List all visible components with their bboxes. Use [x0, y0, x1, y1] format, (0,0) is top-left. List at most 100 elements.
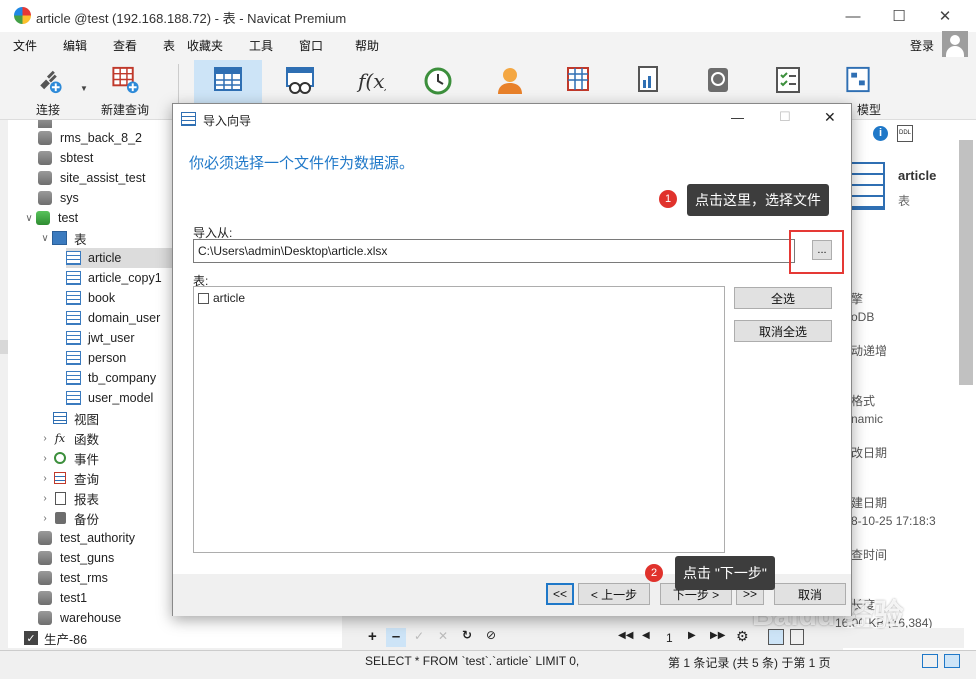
tree-table-tb-company[interactable]: tb_company — [66, 368, 156, 388]
menu-tools[interactable]: 工具 — [249, 37, 273, 54]
tree-label: test_rms — [60, 571, 108, 585]
tree-db-test-guns[interactable]: test_guns — [38, 548, 114, 568]
chevron-down-icon[interactable]: ∨ — [22, 213, 36, 224]
first-step-button[interactable]: << — [546, 583, 574, 605]
tree-table-book[interactable]: book — [66, 288, 115, 308]
maximize-button[interactable]: ☐ — [876, 0, 922, 32]
layout-right-icon[interactable] — [944, 654, 960, 668]
tree-label: sys — [60, 191, 79, 205]
tree-folder-tables[interactable]: ∨ 表 — [38, 228, 87, 248]
tree-db-sys[interactable]: sys — [38, 188, 79, 208]
cancel-button[interactable]: 取消 — [774, 583, 846, 605]
chevron-down-icon[interactable]: ∨ — [38, 233, 52, 244]
settings-icon[interactable]: ⚙ — [736, 628, 749, 645]
menu-edit[interactable]: 编辑 — [63, 37, 87, 54]
login-link[interactable]: 登录 — [910, 37, 934, 54]
tree-table-domain-user[interactable]: domain_user — [66, 308, 160, 328]
chevron-right-icon[interactable]: › — [38, 453, 52, 464]
table-list-item[interactable]: article — [198, 291, 245, 305]
menu-file[interactable]: 文件 — [13, 37, 37, 54]
tree-table-article-copy1[interactable]: article_copy1 — [66, 268, 162, 288]
minimize-button[interactable]: — — [830, 0, 876, 32]
delete-record-icon[interactable]: – — [386, 628, 406, 647]
tree-db-test-rms[interactable]: test_rms — [38, 568, 108, 588]
tree-label: test — [58, 211, 79, 225]
tree-db-sbtest[interactable]: sbtest — [38, 148, 93, 168]
connect-dropdown-icon[interactable]: ▼ — [80, 84, 88, 93]
backup-icon — [52, 511, 68, 525]
tree-db-site-assist[interactable]: site_assist_test — [38, 168, 145, 188]
object-info-panel: i DDL article 表 擎 oDB 动递增 格式 namic 改日期 建… — [835, 120, 976, 650]
table-checkbox[interactable] — [198, 292, 209, 304]
view-icon — [52, 411, 68, 425]
dialog-maximize-button[interactable]: ☐ — [779, 109, 791, 125]
tree-label: 备份 — [74, 512, 100, 527]
tree-table-user-model[interactable]: user_model — [66, 388, 153, 408]
deselect-all-button[interactable]: 取消全选 — [734, 320, 832, 342]
ddl-icon[interactable]: DDL — [897, 125, 913, 142]
database-icon — [38, 171, 52, 185]
tree-folder-functions[interactable]: › fx 函数 — [38, 428, 99, 448]
tree-folder-queries[interactable]: › 查询 — [38, 468, 99, 488]
tree-label: 事件 — [74, 452, 100, 467]
chevron-right-icon[interactable]: › — [38, 513, 52, 524]
dialog-minimize-button[interactable]: — — [731, 110, 744, 125]
object-name: article — [898, 168, 937, 183]
stop-icon[interactable]: ⊘ — [486, 628, 496, 642]
tree-db-test[interactable]: ∨ test — [22, 208, 78, 228]
app-logo-icon — [14, 7, 31, 24]
tree-folder-events[interactable]: › 事件 — [38, 448, 99, 468]
menu-help[interactable]: 帮助 — [355, 37, 379, 54]
add-record-icon[interactable]: + — [368, 628, 377, 645]
tree-folder-views[interactable]: 视图 — [52, 408, 99, 428]
tree-db-rms-back[interactable]: rms_back_8_2 — [38, 128, 142, 148]
file-path-input[interactable]: C:\Users\admin\Desktop\article.xlsx — [193, 239, 795, 263]
tree-table-jwt-user[interactable]: jwt_user — [66, 328, 135, 348]
select-all-button[interactable]: 全选 — [734, 287, 832, 309]
tree-label: person — [88, 351, 127, 365]
chevron-right-icon[interactable]: › — [38, 473, 52, 484]
menu-favorites[interactable]: 收藏夹 — [187, 37, 223, 54]
new-query-icon — [112, 66, 139, 94]
new-query-button[interactable]: 新建查询 — [91, 60, 159, 118]
tree-db-test-authority[interactable]: test_authority — [38, 528, 135, 548]
title-bar: article @test (192.168.188.72) - 表 - Nav… — [0, 0, 976, 32]
info-text: 格式 — [851, 394, 876, 408]
menu-view[interactable]: 查看 — [113, 37, 137, 54]
table-list-item-label: article — [213, 291, 246, 305]
next-page-icon[interactable]: ▶ — [688, 630, 696, 641]
discard-icon[interactable]: ✕ — [438, 629, 448, 643]
tree-folder-reports[interactable]: › 报表 — [38, 488, 99, 508]
close-button[interactable]: ✕ — [922, 0, 968, 32]
page-number[interactable]: 1 — [666, 631, 673, 645]
chevron-right-icon[interactable]: › — [38, 493, 52, 504]
tree-item[interactable] — [38, 120, 60, 128]
connect-button[interactable]: 连接 — [14, 60, 82, 118]
previous-button[interactable]: < 上一步 — [578, 583, 650, 605]
vertical-scrollbar[interactable] — [959, 140, 973, 385]
first-page-icon[interactable]: ◀◀ — [618, 630, 633, 641]
info-icon[interactable]: i — [873, 126, 888, 141]
status-sql: SELECT * FROM `test`.`article` LIMIT 0, — [365, 654, 580, 668]
tree-db-warehouse[interactable]: warehouse — [38, 608, 121, 628]
last-page-icon[interactable]: ▶▶ — [710, 630, 725, 641]
tree-folder-backups[interactable]: › 备份 — [38, 508, 99, 528]
user-avatar-icon[interactable] — [942, 31, 968, 57]
tree-table-person[interactable]: person — [66, 348, 126, 368]
menu-window[interactable]: 窗口 — [299, 37, 323, 54]
tree-db-test1[interactable]: test1 — [38, 588, 87, 608]
refresh-icon[interactable]: ↻ — [462, 628, 472, 642]
tree-connection-prod[interactable]: ✓ 生产-86 — [24, 628, 87, 648]
tree-label: 视图 — [74, 412, 100, 427]
dialog-close-button[interactable]: ✕ — [824, 109, 836, 126]
apply-icon[interactable]: ✓ — [414, 629, 424, 643]
database-icon — [38, 591, 52, 605]
table-list[interactable]: article — [193, 286, 725, 553]
layout-left-icon[interactable] — [922, 654, 938, 668]
prev-page-icon[interactable]: ◀ — [642, 630, 650, 641]
menu-table[interactable]: 表 — [163, 37, 175, 54]
chevron-right-icon[interactable]: › — [38, 433, 52, 444]
connection-icon: ✓ — [24, 631, 38, 645]
tree-label: domain_user — [88, 311, 161, 325]
status-bar: SELECT * FROM `test`.`article` LIMIT 0, … — [0, 650, 976, 672]
